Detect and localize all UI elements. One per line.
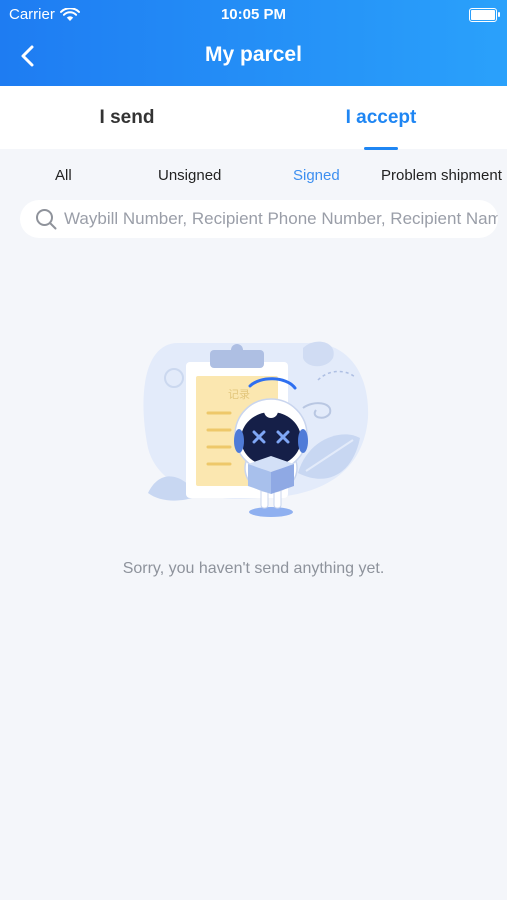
empty-state-message: Sorry, you haven't send anything yet. — [122, 560, 385, 577]
filter-tab-all[interactable]: All — [55, 160, 72, 192]
status-bar: Carrier 10:05 PM — [0, 0, 507, 30]
app-header: Carrier 10:05 PM My parcel — [0, 0, 507, 86]
status-time: 10:05 PM — [220, 6, 287, 23]
clipboard-label: 记录 — [228, 388, 250, 401]
search-bar — [20, 200, 498, 238]
filter-tab-signed[interactable]: Signed — [293, 160, 340, 192]
active-tab-indicator — [364, 147, 398, 150]
empty-state-illustration: 记录 — [143, 341, 369, 517]
navigation-bar: My parcel — [0, 34, 507, 78]
tab-i-send[interactable]: I send — [0, 86, 254, 149]
filter-tab-unsigned[interactable]: Unsigned — [158, 160, 221, 192]
filter-tab-problem-shipment[interactable]: Problem shipment — [381, 160, 502, 192]
search-icon — [36, 209, 57, 230]
status-filter-tabs: All Unsigned Signed Problem shipment — [0, 160, 507, 192]
main-tab-bar: I send I accept — [0, 86, 507, 149]
tab-i-accept[interactable]: I accept — [254, 86, 507, 149]
search-input[interactable] — [64, 209, 498, 229]
page-title: My parcel — [205, 43, 302, 66]
battery-icon — [469, 8, 500, 22]
